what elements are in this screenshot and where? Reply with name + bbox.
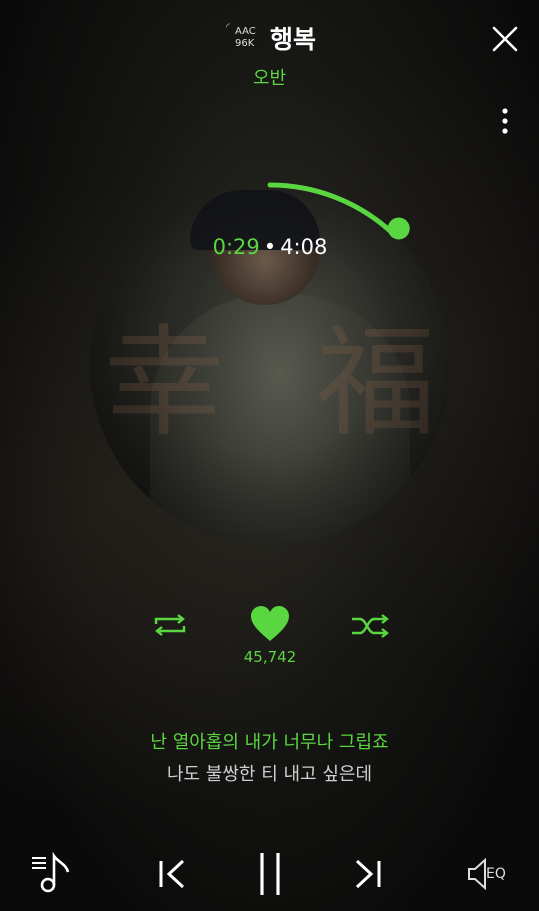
playlist-icon: [32, 851, 70, 893]
music-player-screen: ◜ AAC 96K 행복 오반 幸 福 0:29•: [0, 0, 539, 911]
more-options-button[interactable]: [494, 103, 516, 139]
like-button[interactable]: [249, 605, 291, 645]
more-vertical-icon: [502, 108, 508, 134]
like-count: 45,742: [243, 648, 297, 666]
artist-name[interactable]: 오반: [0, 64, 539, 90]
equalizer-button[interactable]: EQ: [466, 856, 518, 892]
total-time: 4:08: [280, 235, 328, 259]
lyric-current-line[interactable]: 난 열아홉의 내가 너무나 그립죠: [0, 728, 539, 754]
lyric-next-line[interactable]: 나도 불쌍한 티 내고 싶은데: [0, 760, 539, 786]
next-button[interactable]: [352, 858, 384, 890]
close-icon: [492, 26, 518, 52]
previous-track-icon: [159, 859, 185, 889]
song-title: 행복: [270, 25, 317, 54]
heart-icon: [251, 606, 289, 641]
shuffle-button[interactable]: [350, 612, 390, 640]
next-track-icon: [355, 859, 381, 889]
pause-icon: [260, 853, 280, 895]
codec-format: AAC: [235, 26, 256, 37]
album-art-area[interactable]: 幸 福 0:29•4:08: [90, 182, 450, 545]
time-separator: •: [263, 235, 277, 259]
progress-arc: [267, 182, 394, 234]
codec-wave-icon: ◜: [226, 22, 230, 33]
repeat-icon: [154, 614, 186, 636]
repeat-button[interactable]: [150, 610, 190, 640]
shuffle-icon: [352, 614, 389, 638]
previous-button[interactable]: [156, 858, 188, 890]
close-button[interactable]: [490, 24, 520, 54]
pause-button[interactable]: [256, 851, 284, 897]
equalizer-icon: [468, 857, 486, 891]
codec-bitrate: 96K: [235, 38, 255, 49]
time-display: 0:29 • 4:08: [90, 235, 450, 259]
codec-badge: ◜ AAC 96K: [226, 22, 266, 52]
elapsed-time: 0:29: [212, 235, 260, 259]
playlist-button[interactable]: [30, 851, 74, 894]
eq-label: EQ: [486, 866, 506, 882]
